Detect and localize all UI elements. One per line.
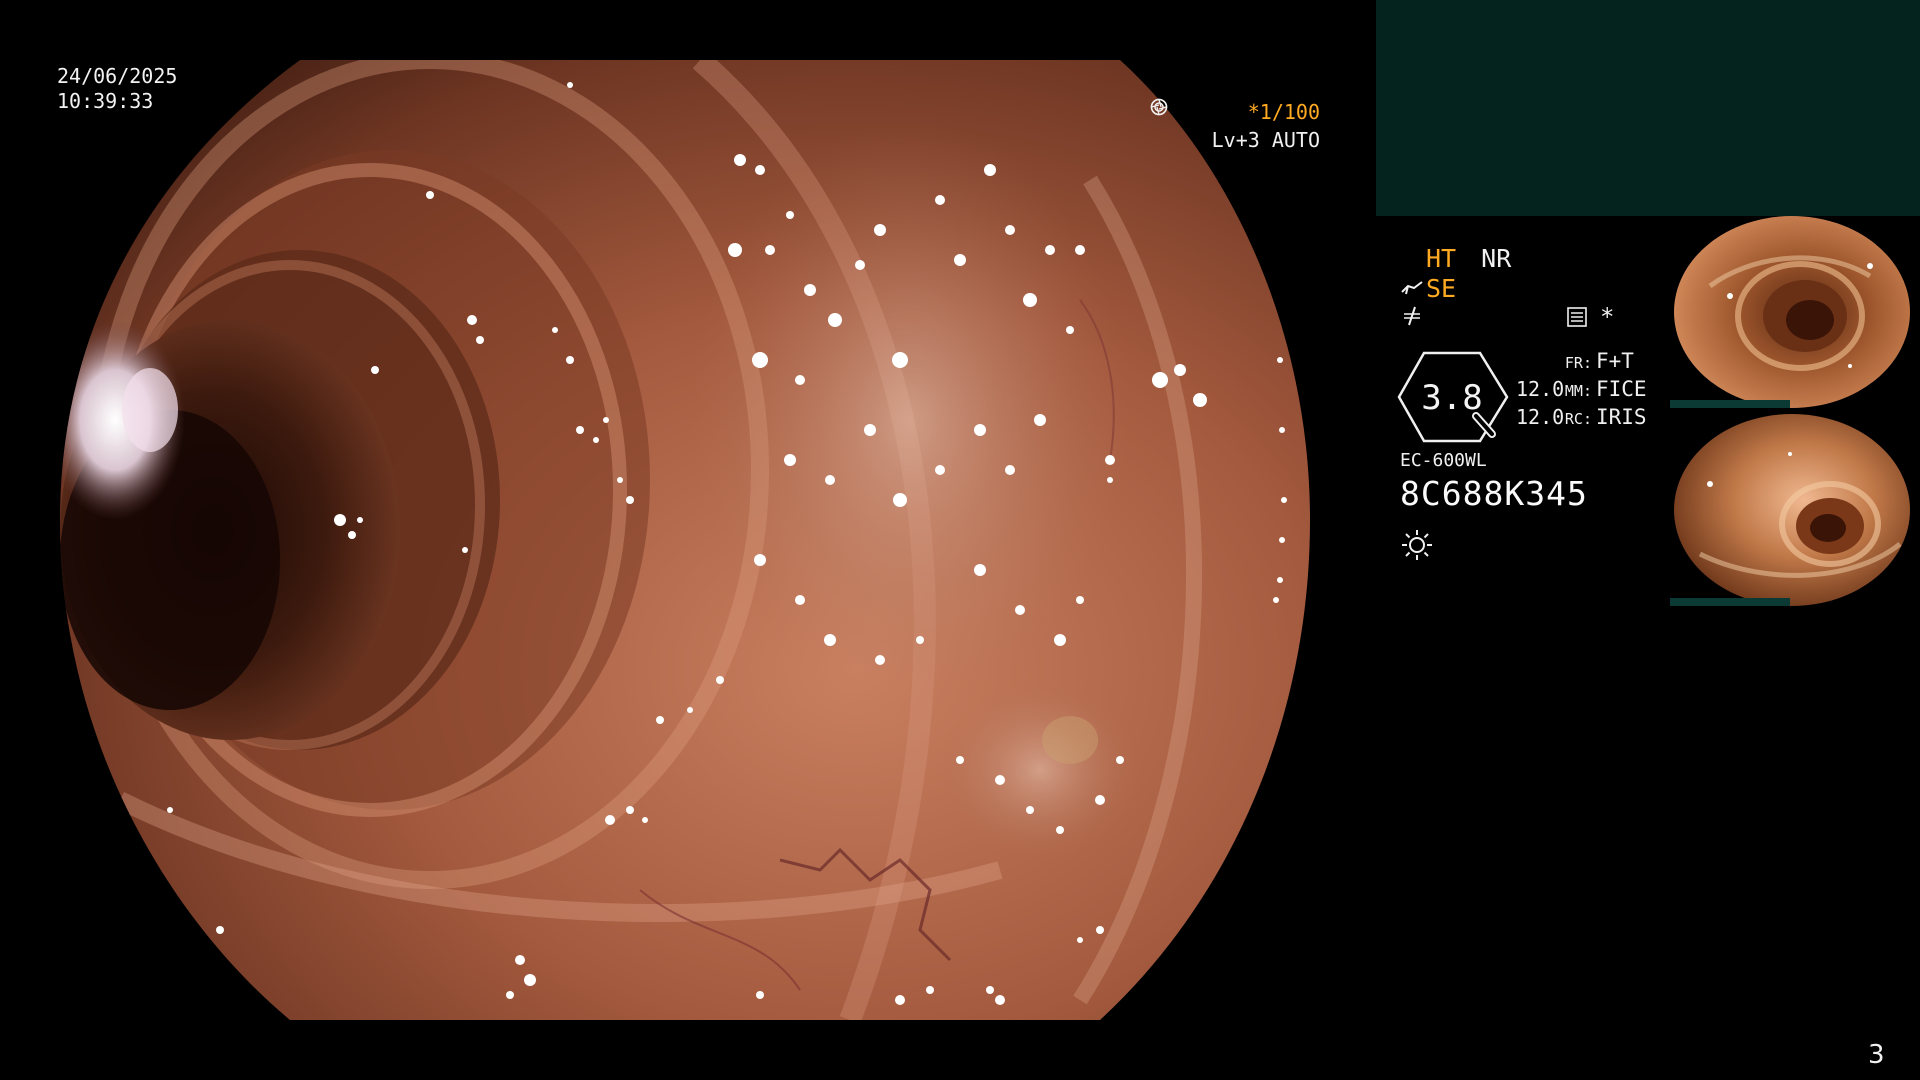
thumbnail-image (1674, 216, 1910, 408)
param-value: IRIS (1596, 405, 1647, 429)
page-number: 3 (1868, 1040, 1885, 1070)
scope-serial: 8C688K345 (1400, 474, 1588, 513)
param-number: 12.0 (1516, 405, 1565, 429)
thumbnail-image (1674, 414, 1910, 606)
shutter-speed: *1/100 (1247, 100, 1320, 124)
param-row-rc: 12.0 RC: IRIS (1516, 404, 1647, 432)
structure-enhancement: SE (1400, 274, 1456, 303)
enhance-arrow-icon (1401, 280, 1423, 294)
param-key: FR: (1564, 354, 1592, 372)
timestamp: 24/06/2025 10:39:33 (57, 64, 177, 114)
document-icon (1567, 307, 1587, 327)
endoscopic-view: 24/06/2025 10:39:33 *1/100 Lv+3 AUTO (0, 0, 1380, 1080)
thumbnail-bar (1670, 598, 1790, 606)
sun-icon (1402, 530, 1432, 560)
zoom-badge: 3.8 (1396, 350, 1512, 444)
processing-modes: HT NR (1426, 244, 1511, 273)
iris-icon (1150, 98, 1168, 116)
mode-nr: NR (1481, 244, 1512, 273)
param-row-mm: 12.0 MM: FICE (1516, 376, 1647, 404)
slash-icon (1404, 306, 1420, 326)
exposure-info: *1/100 Lv+3 AUTO (1150, 98, 1320, 154)
scope-parameters: FR: F+T 12.0 MM: FICE 12.0 RC: IRIS (1516, 348, 1647, 432)
info-panel-background (1376, 0, 1920, 216)
capture-thumbnail-1[interactable] (1670, 216, 1914, 408)
param-number: 12.0 (1516, 377, 1565, 401)
record-indicators: * (1566, 303, 1615, 331)
capture-thumbnail-2[interactable] (1670, 414, 1914, 606)
filter-indicator (1400, 304, 1424, 332)
colon-lumen-image (60, 60, 1310, 1020)
record-star: * (1600, 303, 1615, 331)
param-key: RC: (1564, 410, 1592, 428)
mode-ht: HT (1426, 244, 1457, 273)
endoscopy-monitor: 24/06/2025 10:39:33 *1/100 Lv+3 AUTO HT … (0, 0, 1920, 1080)
scope-model: EC-600WL (1400, 450, 1487, 471)
thumbnail-bar (1670, 400, 1790, 408)
date-text: 24/06/2025 (57, 64, 178, 88)
param-key: MM: (1564, 382, 1592, 400)
param-row-fr: FR: F+T (1516, 348, 1647, 376)
zoom-value: 3.8 (1421, 378, 1483, 418)
mode-se: SE (1426, 274, 1457, 303)
scope-status-panel: HT NR SE * 3.8 FR: F+T 12.0 MM: FICE 12.… (1396, 236, 1676, 576)
brightness-level: Lv+3 AUTO (1211, 128, 1320, 152)
time-text: 10:39:33 (57, 89, 154, 113)
param-value: F+T (1596, 349, 1634, 373)
param-value: FICE (1596, 377, 1647, 401)
